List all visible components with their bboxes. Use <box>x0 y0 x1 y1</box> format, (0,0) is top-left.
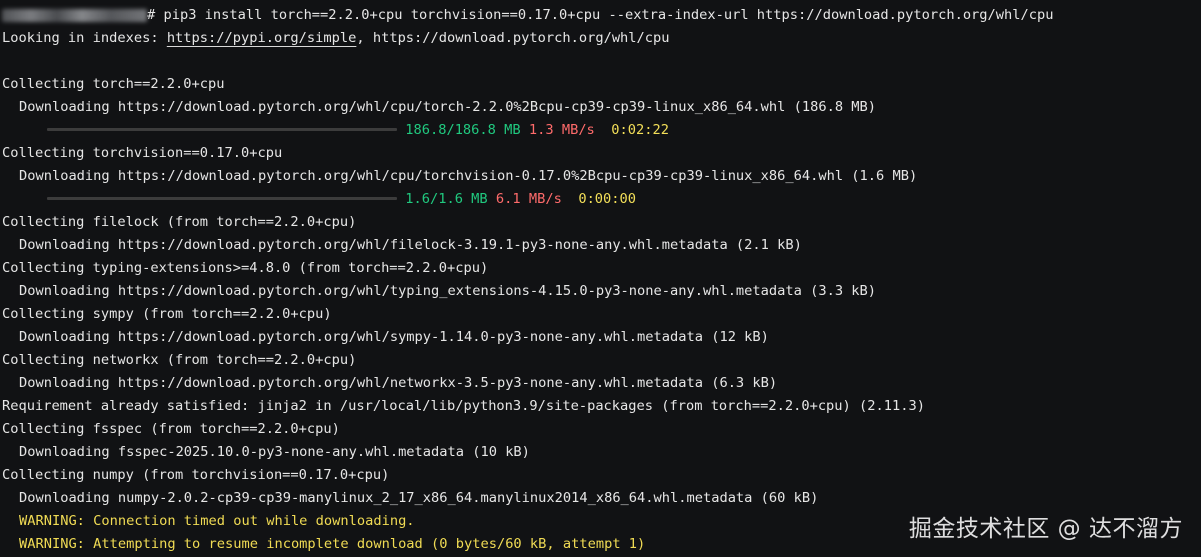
torchvision-progress-speed: 6.1 MB/s <box>495 191 562 207</box>
collect-sympy-line: Collecting sympy (from torch==2.2.0+cpu) <box>2 306 332 322</box>
command-line: # pip3 install torch==2.2.0+cpu torchvis… <box>2 4 1197 27</box>
watermark: 掘金技术社区 @ 达不溜方 <box>908 516 1183 542</box>
collect-fsspec-line: Collecting fsspec (from torch==2.2.0+cpu… <box>2 421 340 437</box>
download-filelock-line: Downloading https://download.pytorch.org… <box>19 237 802 253</box>
collect-numpy-line: Collecting numpy (from torchvision==0.17… <box>2 467 390 483</box>
redacted-user-host <box>2 8 147 22</box>
torch-progress-speed: 1.3 MB/s <box>528 122 595 138</box>
download-sympy-line: Downloading https://download.pytorch.org… <box>19 329 769 345</box>
torchvision-progress-time: 0:00:00 <box>578 191 637 207</box>
collect-filelock-line: Collecting filelock (from torch==2.2.0+c… <box>2 214 357 230</box>
indexes-line: Looking in indexes: https://pypi.org/sim… <box>2 27 1197 50</box>
torchvision-progress-size: 1.6/1.6 MB <box>405 191 488 207</box>
requirement-jinja2-line: Requirement already satisfied: jinja2 in… <box>2 398 925 414</box>
indexes-label: Looking in indexes: <box>2 30 167 46</box>
collect-typing-extensions-line: Collecting typing-extensions>=4.8.0 (fro… <box>2 260 489 276</box>
terminal-output: # pip3 install torch==2.2.0+cpu torchvis… <box>2 4 1197 556</box>
command-text: # pip3 install torch==2.2.0+cpu torchvis… <box>147 7 1054 23</box>
terminal-window[interactable]: # pip3 install torch==2.2.0+cpu torchvis… <box>0 0 1201 557</box>
collect-networkx-line: Collecting networkx (from torch==2.2.0+c… <box>2 352 357 368</box>
download-fsspec-line: Downloading fsspec-2025.10.0-py3-none-an… <box>19 444 530 460</box>
torch-progress-size: 186.8/186.8 MB <box>405 122 521 138</box>
download-typing-extensions-line: Downloading https://download.pytorch.org… <box>19 283 877 299</box>
index-separator: , <box>356 30 373 46</box>
torch-progress-bar <box>47 127 397 131</box>
download-networkx-line: Downloading https://download.pytorch.org… <box>19 375 778 391</box>
torchvision-progress-line: 1.6/1.6 MB 6.1 MB/s 0:00:00 <box>2 188 1197 211</box>
pytorch-index-link[interactable]: https://download.pytorch.org/whl/cpu <box>373 30 670 46</box>
collect-torchvision-line: Collecting torchvision==0.17.0+cpu <box>2 145 283 161</box>
collect-torch-line: Collecting torch==2.2.0+cpu <box>2 76 225 92</box>
download-torchvision-line: Downloading https://download.pytorch.org… <box>19 168 918 184</box>
torch-progress-time: 0:02:22 <box>611 122 669 138</box>
download-numpy-line: Downloading numpy-2.0.2-cp39-cp39-manyli… <box>19 490 819 506</box>
torch-progress-line: 186.8/186.8 MB 1.3 MB/s 0:02:22 <box>2 119 1197 142</box>
download-torch-line: Downloading https://download.pytorch.org… <box>19 99 877 115</box>
torchvision-progress-bar <box>47 196 397 200</box>
pypi-index-link[interactable]: https://pypi.org/simple <box>167 30 357 46</box>
